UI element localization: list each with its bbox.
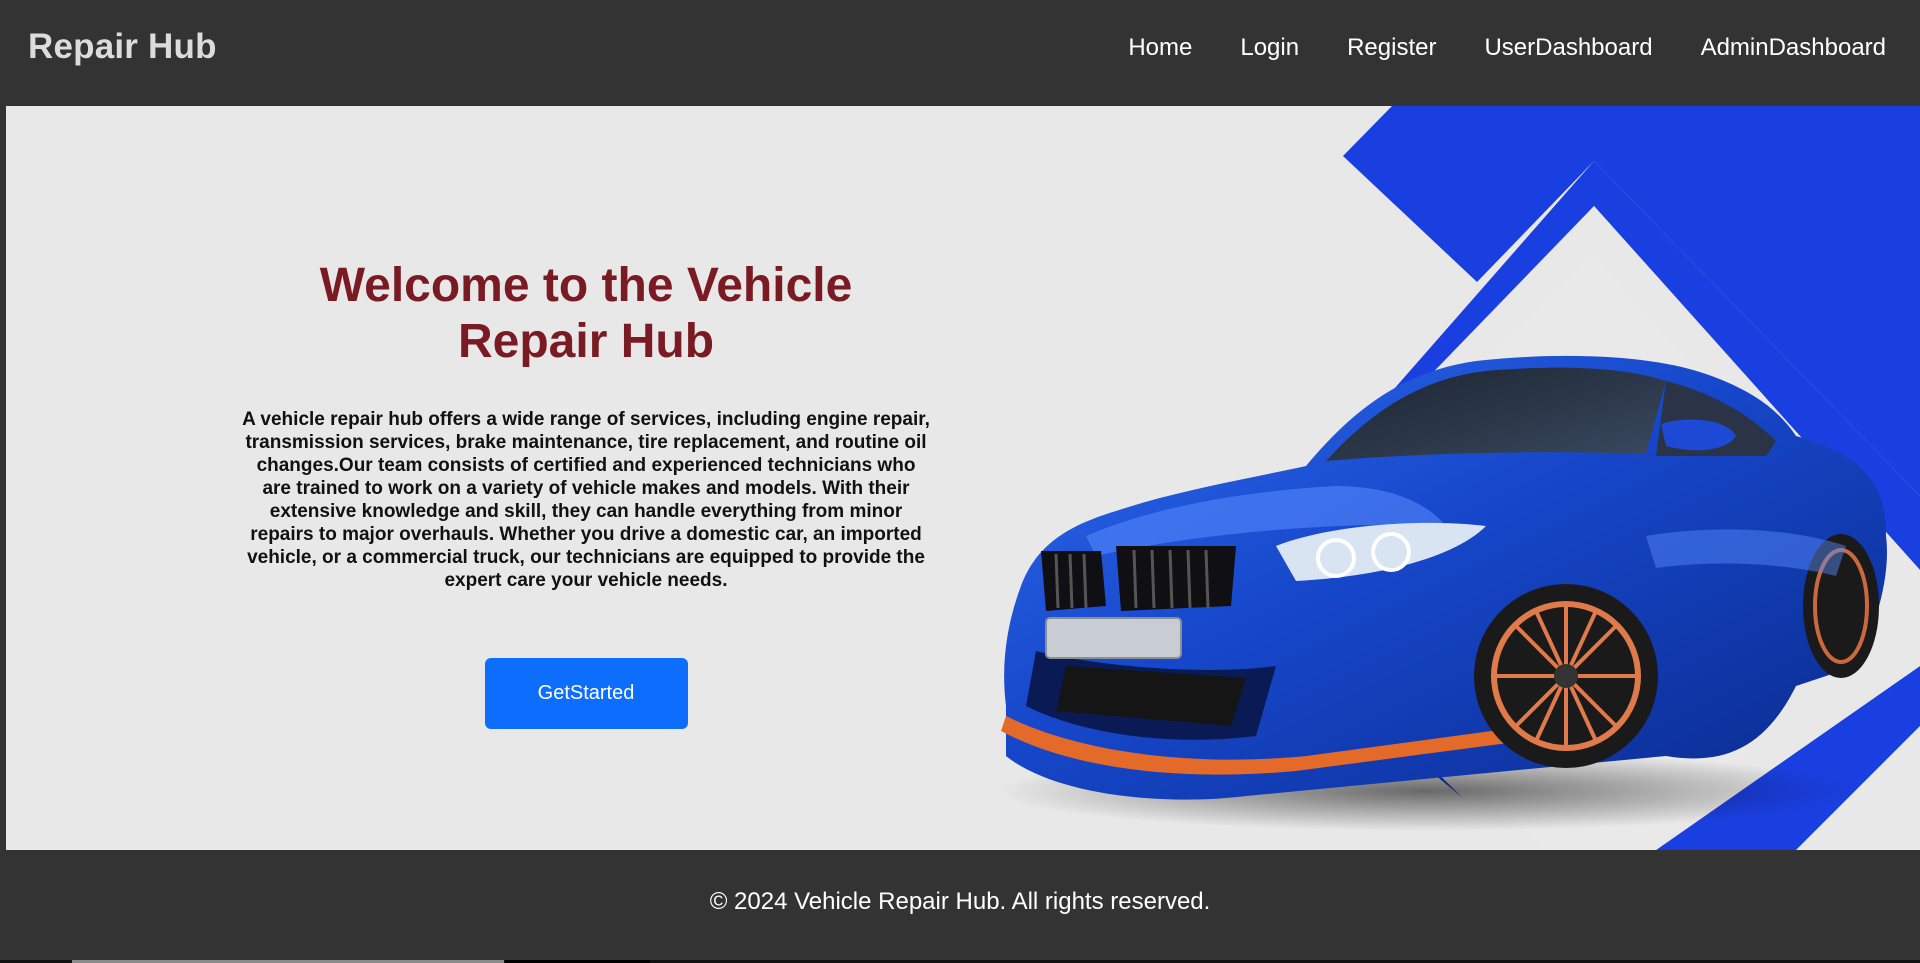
hero-content: Welcome to the Vehicle Repair Hub A vehi… [241, 258, 931, 729]
nav-link-register[interactable]: Register [1347, 34, 1436, 62]
brand-logo-link[interactable]: Repair Hub [28, 27, 217, 67]
nav-link-home[interactable]: Home [1128, 34, 1192, 62]
page-footer: © 2024 Vehicle Repair Hub. All rights re… [6, 850, 1914, 960]
hero-section: Welcome to the Vehicle Repair Hub A vehi… [6, 106, 1920, 850]
nav-link-login[interactable]: Login [1240, 34, 1299, 62]
footer-copyright: © 2024 Vehicle Repair Hub. All rights re… [709, 888, 1211, 915]
top-navbar: Repair Hub Home Login Register UserDashb… [6, 0, 1914, 106]
hero-title: Welcome to the Vehicle Repair Hub [319, 259, 853, 368]
get-started-button[interactable]: GetStarted [484, 658, 688, 729]
app-window: Repair Hub Home Login Register UserDashb… [0, 0, 1920, 963]
nav-link-admin-dashboard[interactable]: AdminDashboard [1701, 34, 1886, 62]
main-nav: Home Login Register UserDashboard AdminD… [1080, 34, 1886, 62]
nav-link-user-dashboard[interactable]: UserDashboard [1484, 34, 1652, 62]
hero-description: A vehicle repair hub offers a wide range… [242, 409, 930, 591]
